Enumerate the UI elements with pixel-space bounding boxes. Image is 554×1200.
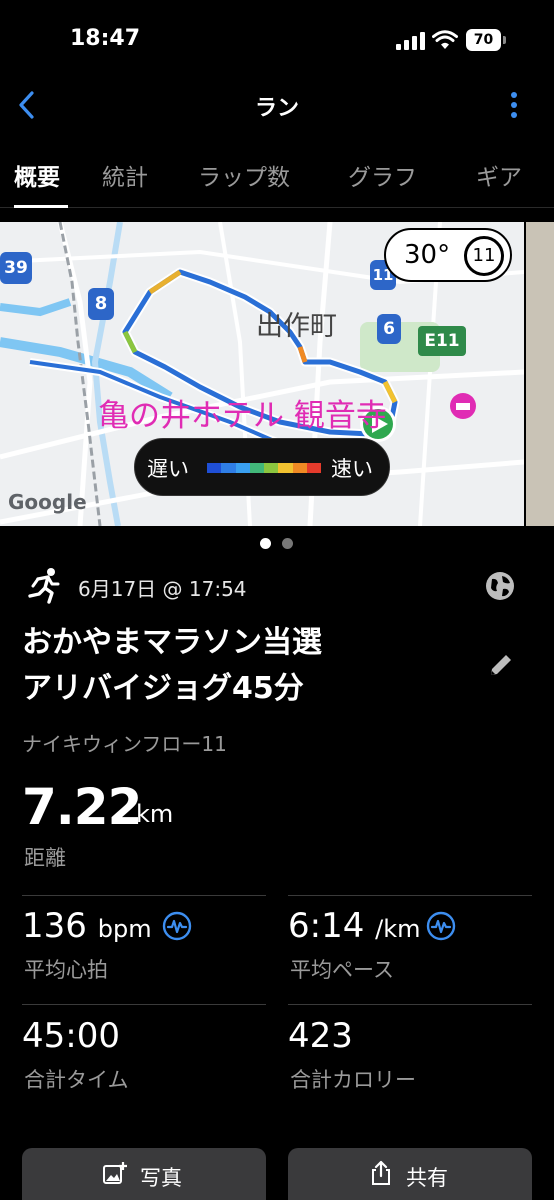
wifi-icon xyxy=(432,30,458,49)
tab-gear[interactable]: ギア xyxy=(476,158,522,192)
status-bar: 18:47 70 xyxy=(0,0,554,80)
route-map[interactable]: 39 8 11 6 E11 出作町 亀の井ホテル 観音寺 Google 30° … xyxy=(0,222,524,526)
page-title: ラン xyxy=(254,96,299,121)
divider xyxy=(288,1004,532,1005)
hotel-icon xyxy=(450,393,476,419)
share-button[interactable]: 共有 xyxy=(288,1148,532,1200)
tab-graphs[interactable]: グラフ xyxy=(348,158,417,192)
expressway-shield: E11 xyxy=(418,326,466,356)
route-shield: 6 xyxy=(377,314,401,344)
total-calories-label: 合計カロリー xyxy=(290,1068,416,1092)
more-vertical-icon[interactable] xyxy=(502,90,526,120)
tab-laps[interactable]: ラップ数 xyxy=(198,158,290,192)
avg-pace-label: 平均ペース xyxy=(290,958,394,982)
route-shield: 8 xyxy=(88,288,114,320)
speed-color-swatch xyxy=(235,463,250,473)
speed-color-swatch xyxy=(292,463,307,473)
activity-title-line: アリバイジョグ45分 xyxy=(22,671,304,706)
heart-rate-chart-icon[interactable] xyxy=(162,911,192,941)
divider xyxy=(22,895,266,896)
speed-color-swatch xyxy=(221,463,236,473)
weather-temp: 30° xyxy=(404,240,451,270)
status-time: 18:47 xyxy=(70,26,141,51)
add-photo-button[interactable]: 写真 xyxy=(22,1148,266,1200)
distance-label: 距離 xyxy=(24,846,66,870)
nav-bar: ラン xyxy=(0,80,554,134)
map-place-label: 亀の井ホテル 観音寺 xyxy=(98,398,387,434)
activity-title: おかやまマラソン当選 アリバイジョグ45分 xyxy=(22,620,472,712)
tab-bar: 概要 統計 ラップ数 グラフ ギア xyxy=(0,150,554,208)
tab-overview[interactable]: 概要 xyxy=(14,158,60,192)
avg-heart-rate-label: 平均心拍 xyxy=(24,958,108,982)
divider xyxy=(288,895,532,896)
speed-color-swatch xyxy=(249,463,264,473)
speed-legend: 遅い 速い xyxy=(134,438,390,496)
page-dot xyxy=(282,538,293,549)
avg-pace-value: 6:14 xyxy=(288,906,365,946)
distance-unit: km xyxy=(136,800,174,828)
cellular-signal-icon xyxy=(396,32,425,50)
avg-pace-unit: /km xyxy=(375,915,421,943)
tab-active-indicator xyxy=(14,205,68,208)
divider xyxy=(22,1004,266,1005)
add-photo-label: 写真 xyxy=(140,1166,182,1190)
route-shield: 39 xyxy=(0,252,32,284)
speed-legend-fast: 速い xyxy=(331,457,373,481)
speed-color-swatch xyxy=(264,463,279,473)
speed-color-swatch xyxy=(306,463,321,473)
map-place-label: 出作町 xyxy=(256,311,337,342)
activity-datetime: 6月17日 @ 17:54 xyxy=(78,577,247,601)
tab-stats[interactable]: 統計 xyxy=(102,158,148,192)
avg-heart-rate-unit: bpm xyxy=(97,915,152,943)
gear-shoe-name: ナイキウィンフロー11 xyxy=(22,732,227,756)
moon-phase-icon: 11 xyxy=(464,236,504,276)
speed-color-swatch xyxy=(207,463,222,473)
edit-pencil-icon[interactable] xyxy=(486,650,516,680)
battery-level: 70 xyxy=(466,29,501,51)
distance-value: 7.22 xyxy=(22,778,142,836)
google-logo: Google xyxy=(8,490,87,514)
share-icon xyxy=(372,1160,390,1185)
speed-color-scale xyxy=(207,463,321,473)
speed-legend-slow: 遅い xyxy=(147,457,189,481)
globe-icon[interactable] xyxy=(484,570,516,602)
running-icon xyxy=(28,568,60,604)
avg-heart-rate: 136 bpm xyxy=(22,906,152,946)
activity-title-line: おかやまマラソン当選 xyxy=(22,625,322,660)
share-label: 共有 xyxy=(406,1166,448,1190)
pace-chart-icon[interactable] xyxy=(426,911,456,941)
total-time-value: 45:00 xyxy=(22,1016,120,1056)
avg-heart-rate-value: 136 xyxy=(22,906,87,946)
battery-icon: 70 xyxy=(466,29,506,51)
total-calories-value: 423 xyxy=(288,1016,353,1056)
next-map-preview[interactable] xyxy=(526,222,554,526)
speed-color-swatch xyxy=(278,463,293,473)
add-photo-icon xyxy=(103,1162,127,1184)
page-indicator xyxy=(258,538,298,550)
weather-badge: 30° 11 xyxy=(384,228,512,282)
total-time-label: 合計タイム xyxy=(24,1068,129,1092)
avg-pace: 6:14 /km xyxy=(288,906,421,946)
page-dot-active xyxy=(260,538,271,549)
